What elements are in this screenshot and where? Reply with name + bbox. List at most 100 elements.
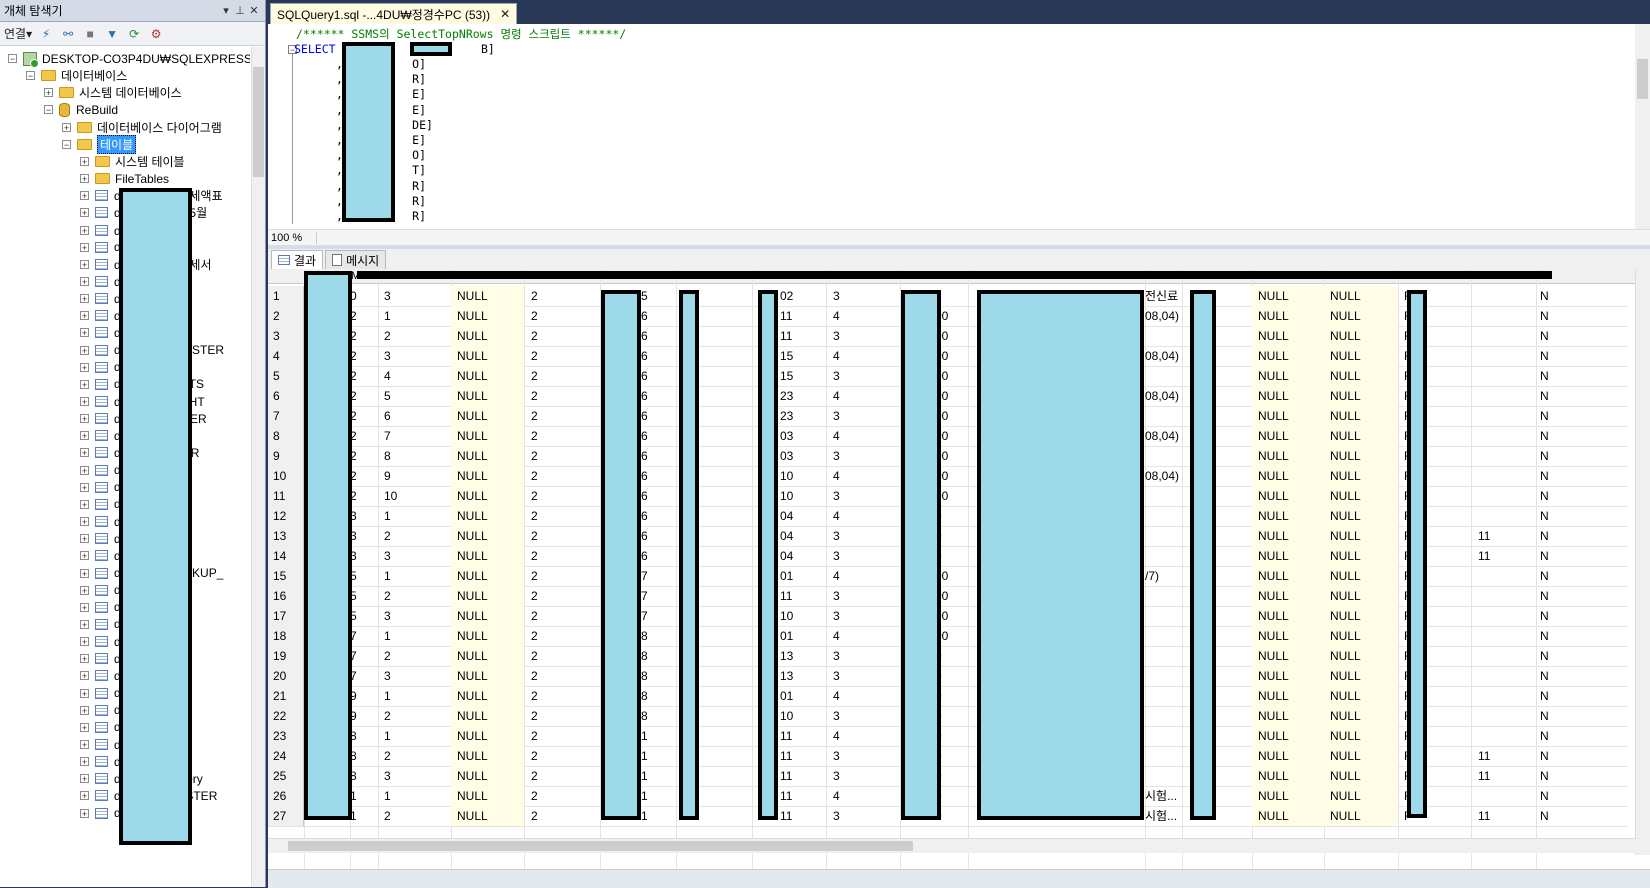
grid-cell[interactable]: N bbox=[1540, 526, 1549, 546]
grid-cell[interactable]: N bbox=[1540, 366, 1549, 386]
grid-cell[interactable]: N bbox=[1540, 746, 1549, 766]
grid-cell[interactable]: 04 bbox=[780, 526, 793, 546]
grid-cell[interactable]: 3 bbox=[833, 706, 840, 726]
grid-cell[interactable]: 2 bbox=[531, 486, 538, 506]
tree-node-table[interactable]: + d bbox=[80, 702, 121, 719]
grid-cell[interactable]: 8 bbox=[641, 666, 648, 686]
expand-icon[interactable]: + bbox=[80, 431, 89, 441]
grid-cell[interactable]: NULL bbox=[457, 766, 488, 786]
activity-monitor-icon[interactable]: ⚙ bbox=[148, 27, 164, 41]
grid-cell[interactable]: NULL bbox=[457, 606, 488, 626]
expand-icon[interactable]: + bbox=[80, 259, 89, 269]
grid-cell[interactable]: NULL bbox=[457, 466, 488, 486]
grid-cell[interactable]: 04 bbox=[780, 546, 793, 566]
grid-cell[interactable]: NULL bbox=[1330, 626, 1361, 646]
grid-cell[interactable]: 6 bbox=[641, 486, 648, 506]
grid-cell[interactable]: 3 bbox=[833, 526, 840, 546]
grid-cell[interactable]: NULL bbox=[1330, 486, 1361, 506]
grid-cell[interactable]: 3 bbox=[833, 546, 840, 566]
grid-cell[interactable]: NULL bbox=[1330, 506, 1361, 526]
tree-node-folder[interactable]: + 시스템 테이블 bbox=[80, 153, 185, 170]
grid-cell[interactable]: 03 bbox=[780, 426, 793, 446]
grid-cell[interactable]: N bbox=[1540, 326, 1549, 346]
grid-cell[interactable]: NULL bbox=[1258, 346, 1289, 366]
grid-cell[interactable]: NULL bbox=[457, 526, 488, 546]
grid-cell[interactable]: 6 bbox=[641, 546, 648, 566]
grid-cell[interactable]: N bbox=[1540, 666, 1549, 686]
grid-cell[interactable]: 1 bbox=[641, 806, 648, 826]
grid-cell[interactable]: NULL bbox=[457, 486, 488, 506]
grid-cell[interactable]: 3 bbox=[833, 646, 840, 666]
row-number[interactable]: 25 bbox=[268, 766, 304, 786]
grid-cell[interactable]: 11 bbox=[1478, 806, 1490, 826]
tree-node-table[interactable]: + d bbox=[80, 547, 121, 564]
grid-cell[interactable]: 2 bbox=[531, 566, 538, 586]
grid-cell[interactable]: 3 bbox=[384, 286, 391, 306]
grid-cell[interactable]: 10 bbox=[780, 486, 793, 506]
grid-cell[interactable]: NULL bbox=[457, 386, 488, 406]
row-number[interactable]: 12 bbox=[268, 506, 304, 526]
tree-node-folder[interactable]: − 데이터베이스 bbox=[26, 67, 127, 84]
grid-cell[interactable]: 2 bbox=[384, 806, 391, 826]
grid-cell[interactable]: NULL bbox=[1258, 506, 1289, 526]
grid-cell[interactable]: NULL bbox=[457, 726, 488, 746]
row-number[interactable]: 26 bbox=[268, 786, 304, 806]
grid-cell[interactable]: 2 bbox=[384, 646, 391, 666]
grid-cell[interactable]: NULL bbox=[1258, 586, 1289, 606]
grid-cell[interactable]: 02 bbox=[780, 286, 793, 306]
grid-cell[interactable]: 3 bbox=[833, 486, 840, 506]
tree-scrollbar-thumb[interactable] bbox=[253, 67, 264, 177]
autohide-pin-icon[interactable]: ⊥ bbox=[233, 4, 247, 17]
tab-sqlquery1[interactable]: SQLQuery1.sql -...4DU₩정경수PC (53)) ✕ bbox=[270, 3, 518, 24]
grid-cell[interactable]: NULL bbox=[1258, 286, 1289, 306]
grid-cell[interactable]: 4 bbox=[833, 426, 840, 446]
tree-node-table[interactable]: + d bbox=[80, 650, 121, 667]
expand-icon[interactable]: + bbox=[80, 156, 89, 166]
grid-cell[interactable]: NULL bbox=[1258, 706, 1289, 726]
grid-cell[interactable]: 6 bbox=[641, 446, 648, 466]
grid-cell[interactable]: 2 bbox=[531, 306, 538, 326]
row-number[interactable]: 15 bbox=[268, 566, 304, 586]
grid-cell[interactable]: 11 bbox=[1478, 746, 1490, 766]
tree-node-table[interactable]: + d bbox=[80, 805, 121, 822]
grid-cell[interactable]: NULL bbox=[1330, 786, 1361, 806]
grid-cell[interactable]: NULL bbox=[1258, 626, 1289, 646]
grid-cell[interactable]: /7) bbox=[1145, 566, 1159, 586]
grid-cell[interactable]: 15 bbox=[780, 346, 793, 366]
grid-cell[interactable]: 2 bbox=[531, 506, 538, 526]
grid-cell[interactable]: 7 bbox=[641, 606, 648, 626]
grid-cell[interactable]: NULL bbox=[457, 446, 488, 466]
expand-icon[interactable]: + bbox=[80, 740, 89, 750]
grid-cell[interactable]: 2 bbox=[531, 806, 538, 826]
filter-icon[interactable]: ▼ bbox=[104, 27, 120, 41]
row-number[interactable]: 7 bbox=[268, 406, 304, 426]
expand-icon[interactable]: + bbox=[80, 808, 89, 818]
grid-cell[interactable]: NULL bbox=[1330, 646, 1361, 666]
grid-cell[interactable]: N bbox=[1540, 586, 1549, 606]
grid-cell[interactable]: 3 bbox=[833, 406, 840, 426]
expand-icon[interactable]: + bbox=[80, 191, 89, 201]
collapse-icon[interactable]: − bbox=[26, 71, 35, 81]
results-grid[interactable]: ME 103NULL25023전신료NULLNULLFN221NULL26114… bbox=[268, 269, 1650, 869]
expand-icon[interactable]: + bbox=[80, 585, 89, 595]
row-number[interactable]: 21 bbox=[268, 686, 304, 706]
close-tab-icon[interactable]: ✕ bbox=[500, 7, 510, 21]
grid-cell[interactable]: 11 bbox=[780, 766, 792, 786]
grid-cell[interactable]: NULL bbox=[1330, 446, 1361, 466]
expand-icon[interactable]: + bbox=[80, 397, 89, 407]
grid-cell[interactable]: NULL bbox=[1330, 406, 1361, 426]
expand-icon[interactable]: + bbox=[80, 791, 89, 801]
expand-icon[interactable]: + bbox=[80, 757, 89, 767]
tree-node-db[interactable]: − ReBuild bbox=[44, 101, 118, 118]
grid-cell[interactable]: NULL bbox=[1258, 406, 1289, 426]
connect-button[interactable]: 연결▾ bbox=[4, 25, 32, 42]
expand-icon[interactable]: + bbox=[44, 88, 53, 98]
expand-icon[interactable]: + bbox=[80, 242, 89, 252]
expand-icon[interactable]: + bbox=[80, 774, 89, 784]
grid-cell[interactable]: 23 bbox=[780, 386, 793, 406]
grid-cell[interactable]: 2 bbox=[384, 326, 391, 346]
grid-cell[interactable]: NULL bbox=[457, 566, 488, 586]
tree-node-folder[interactable]: + FileTables bbox=[80, 170, 169, 187]
grid-cell[interactable]: NULL bbox=[1330, 706, 1361, 726]
row-number[interactable]: 11 bbox=[268, 486, 304, 506]
